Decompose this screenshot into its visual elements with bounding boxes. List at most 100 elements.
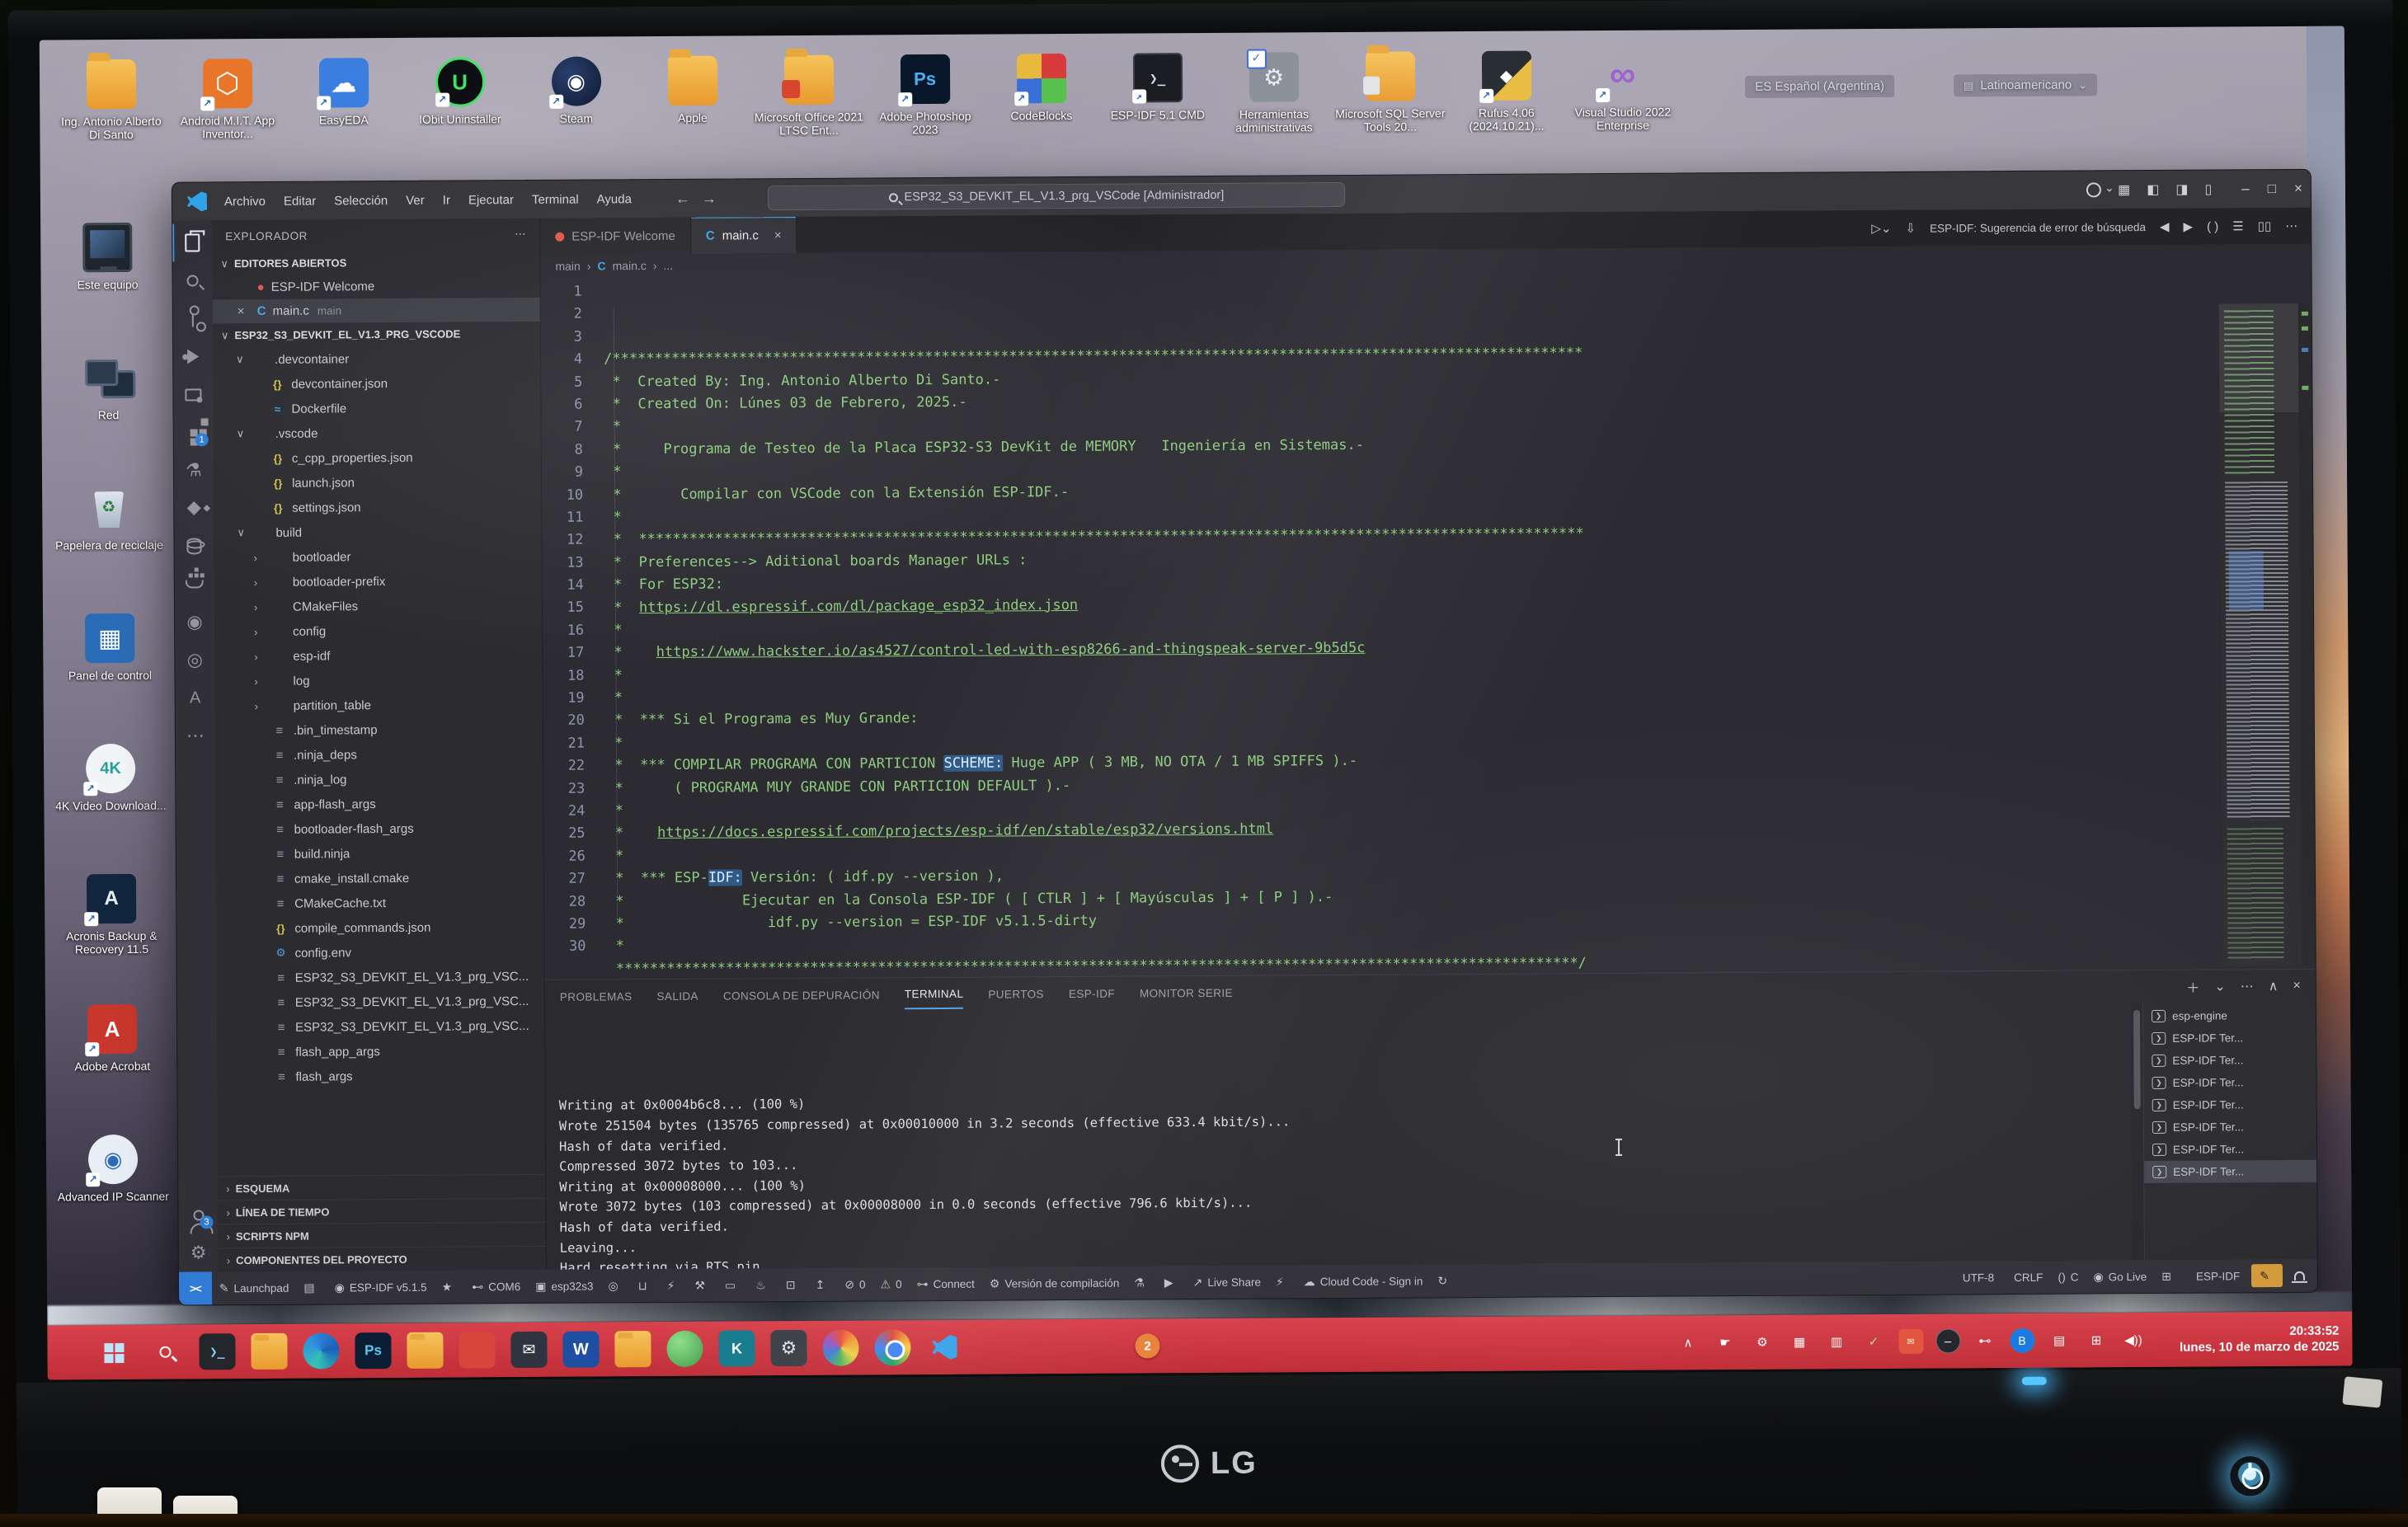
toggle-panel-icon[interactable]: ◨ — [2175, 181, 2188, 198]
taskbar-pinned-icon[interactable] — [147, 1334, 183, 1370]
tree-item[interactable]: {} launch.json — [214, 469, 541, 496]
menu-item[interactable]: Ayuda — [588, 192, 641, 206]
status-bar-item[interactable]: ☁ Cloud Code - Sign in — [1296, 1274, 1431, 1289]
panel-tab[interactable]: PROBLEMAS — [560, 983, 633, 1011]
symbols-icon[interactable]: ( ) — [2207, 219, 2218, 233]
terminal-list-item[interactable]: ❯ ESP-IDF Ter... — [2143, 1049, 2316, 1072]
status-bar-item[interactable]: ↗ Live Share — [1186, 1275, 1268, 1290]
language-secondary[interactable]: ▤ Latinoamericano ⌄ — [1954, 73, 2097, 96]
status-bar-item[interactable]: ⚡ — [660, 1278, 688, 1292]
sidebar-footer-section[interactable]: › SCRIPTS NPM — [219, 1222, 546, 1247]
desktop-icon[interactable]: Android M.I.T. App Inventor... — [169, 59, 286, 141]
terminal-list-item[interactable]: ❯ ESP-IDF Ter... — [2143, 1071, 2316, 1094]
taskbar-pinned-icon[interactable]: ❯_ — [199, 1333, 235, 1370]
taskbar-pinned-icon[interactable] — [822, 1330, 858, 1366]
tab-esp-idf-welcome[interactable]: ESP-IDF Welcome — [540, 218, 691, 255]
tree-item[interactable]: {} settings.json — [214, 494, 541, 520]
status-bar-item[interactable]: ⚠ 0 — [872, 1277, 909, 1291]
desktop-icon[interactable]: CodeBlocks — [983, 54, 1100, 136]
new-terminal-icon[interactable]: ＋ — [2186, 977, 2199, 997]
status-bar-item[interactable]: ✎ Launchpad — [212, 1280, 297, 1295]
tree-item[interactable]: ⚙ config.env — [216, 939, 543, 966]
more-actions-icon[interactable]: ⋯ — [2241, 978, 2254, 994]
activity-bar-item[interactable] — [172, 261, 212, 299]
activity-bar-item[interactable] — [172, 223, 212, 261]
panel-tab[interactable]: ESP-IDF — [1069, 980, 1115, 1007]
account-icon[interactable] — [2086, 182, 2101, 197]
minimap[interactable] — [2219, 303, 2302, 966]
terminal-output[interactable]: Writing at 0x0004b6c8... (100 %)Wrote 25… — [545, 1003, 2133, 1270]
status-bar-item[interactable]: ⊞ — [2154, 1269, 2184, 1283]
status-bar-item[interactable]: ▶ — [1157, 1276, 1186, 1290]
taskbar-pinned-icon[interactable] — [95, 1334, 131, 1370]
terminal-list-item[interactable]: ❯ ESP-IDF Ter... — [2144, 1160, 2316, 1183]
outline-icon[interactable]: ☰ — [2232, 218, 2244, 233]
desktop-icon[interactable]: Rufus 4.06 (2024.10.21)... — [1448, 50, 1565, 133]
tray-icon[interactable]: ⊷ — [1973, 1328, 1997, 1353]
desktop-icon[interactable]: Papelera de reciclaje — [47, 483, 172, 614]
terminal-list-item[interactable]: ❯ ESP-IDF Ter... — [2144, 1093, 2316, 1116]
menu-item[interactable]: Terminal — [523, 192, 588, 206]
breadcrumb-item[interactable]: ... — [663, 259, 673, 272]
tray-icon[interactable]: ▥ — [1824, 1329, 1849, 1354]
terminal-dropdown-icon[interactable]: ⌄ — [2214, 978, 2226, 994]
terminal-list-item[interactable]: ❯ esp-engine — [2143, 1004, 2316, 1027]
terminal-list-item[interactable]: ❯ ESP-IDF Ter... — [2143, 1027, 2316, 1050]
tree-item[interactable]: ≡ .ninja_log — [215, 766, 543, 792]
taskbar-pinned-icon[interactable] — [926, 1329, 962, 1365]
tree-item[interactable]: ≡ bootloader-flash_args — [216, 815, 543, 842]
panel-tab[interactable]: SALIDA — [656, 982, 698, 1009]
status-bar-item[interactable]: ↥ — [807, 1277, 837, 1291]
terminal-list-item[interactable]: ❯ ESP-IDF Ter... — [2144, 1138, 2316, 1161]
close-button[interactable]: × — [2294, 181, 2302, 197]
language-primary[interactable]: ES Español (Argentina) — [1745, 75, 1894, 98]
power-button[interactable] — [2230, 1456, 2269, 1496]
desktop-icon[interactable]: Microsoft SQL Server Tools 20... — [1332, 51, 1449, 134]
terminal-scrollbar[interactable] — [2131, 1003, 2144, 1260]
activity-bar-item[interactable]: ◉ — [175, 603, 214, 641]
tray-icon[interactable]: ▦ — [1787, 1330, 1812, 1355]
desktop-icon[interactable]: Ing. Antonio Alberto Di Santo — [53, 59, 170, 142]
activity-bar-item[interactable]: 3 — [178, 1196, 218, 1233]
status-bar-item[interactable]: ⚡ — [1268, 1275, 1296, 1289]
layout-customize-icon[interactable]: ▦ — [2118, 181, 2130, 198]
status-bar-item[interactable] — [2287, 1271, 2317, 1280]
taskbar-pinned-icon[interactable]: ✉ — [510, 1332, 547, 1368]
maximize-panel-icon[interactable]: ∧ — [2269, 978, 2279, 994]
activity-bar-item[interactable] — [173, 375, 213, 413]
activity-bar-item[interactable]: ⚗ — [174, 451, 214, 489]
status-bar-item[interactable]: ♨ — [748, 1278, 778, 1292]
activity-bar-item[interactable] — [174, 527, 214, 565]
toggle-sidebar-icon[interactable]: ◧ — [2147, 181, 2159, 198]
tree-item[interactable]: › partition_table — [215, 692, 543, 718]
panel-tab[interactable]: CONSOLA DE DEPURACIÓN — [723, 981, 880, 1009]
breadcrumb-item[interactable]: main — [555, 260, 580, 273]
tree-item[interactable]: {} devcontainer.json — [213, 370, 540, 397]
desktop-icon[interactable]: IObit Uninstaller — [402, 57, 519, 139]
sidebar-footer-section[interactable]: › ESQUEMA — [218, 1174, 545, 1200]
activity-bar-item[interactable]: ◎ — [175, 641, 214, 679]
tree-item[interactable]: ≡ ESP32_S3_DEVKIT_EL_V1.3_prg_VSC... — [217, 989, 544, 1015]
status-bar-item[interactable]: () C — [2050, 1270, 2086, 1283]
activity-bar-item[interactable] — [173, 337, 213, 375]
tray-icon[interactable]: ⚙ — [1750, 1330, 1775, 1355]
status-bar-item[interactable]: ⚗ — [1126, 1276, 1157, 1290]
more-actions-icon[interactable]: ⋯ — [2285, 218, 2297, 233]
tray-icon[interactable]: ∧ — [1676, 1330, 1700, 1355]
desktop-icon[interactable]: Microsoft Office 2021 LTSC Ent... — [750, 54, 868, 137]
tray-icon[interactable]: ☛ — [1713, 1330, 1738, 1355]
minimize-button[interactable]: – — [2241, 181, 2250, 197]
panel-tab[interactable]: PUERTOS — [988, 980, 1044, 1008]
status-bar-item[interactable]: ↻ — [1430, 1274, 1460, 1288]
tree-item[interactable]: › bootloader-prefix — [214, 568, 542, 594]
status-bar-item[interactable]: ◉ Go Live — [2086, 1269, 2154, 1284]
tray-icon[interactable]: ▤ — [2047, 1328, 2072, 1353]
code-editor[interactable]: 1234567891011121314151617181920212223242… — [541, 267, 2316, 980]
tray-icon[interactable]: ◀)) — [2121, 1327, 2146, 1352]
activity-bar-item[interactable]: ⚙ — [179, 1233, 219, 1271]
status-bar-item[interactable]: ⚒ — [687, 1278, 717, 1292]
tree-item[interactable]: {} c_cpp_properties.json — [214, 444, 541, 471]
desktop-icon[interactable]: Apple — [634, 55, 751, 138]
toggle-secondary-sidebar-icon[interactable]: ▯ — [2204, 181, 2212, 198]
breadcrumb-item[interactable]: main.c — [613, 259, 647, 272]
